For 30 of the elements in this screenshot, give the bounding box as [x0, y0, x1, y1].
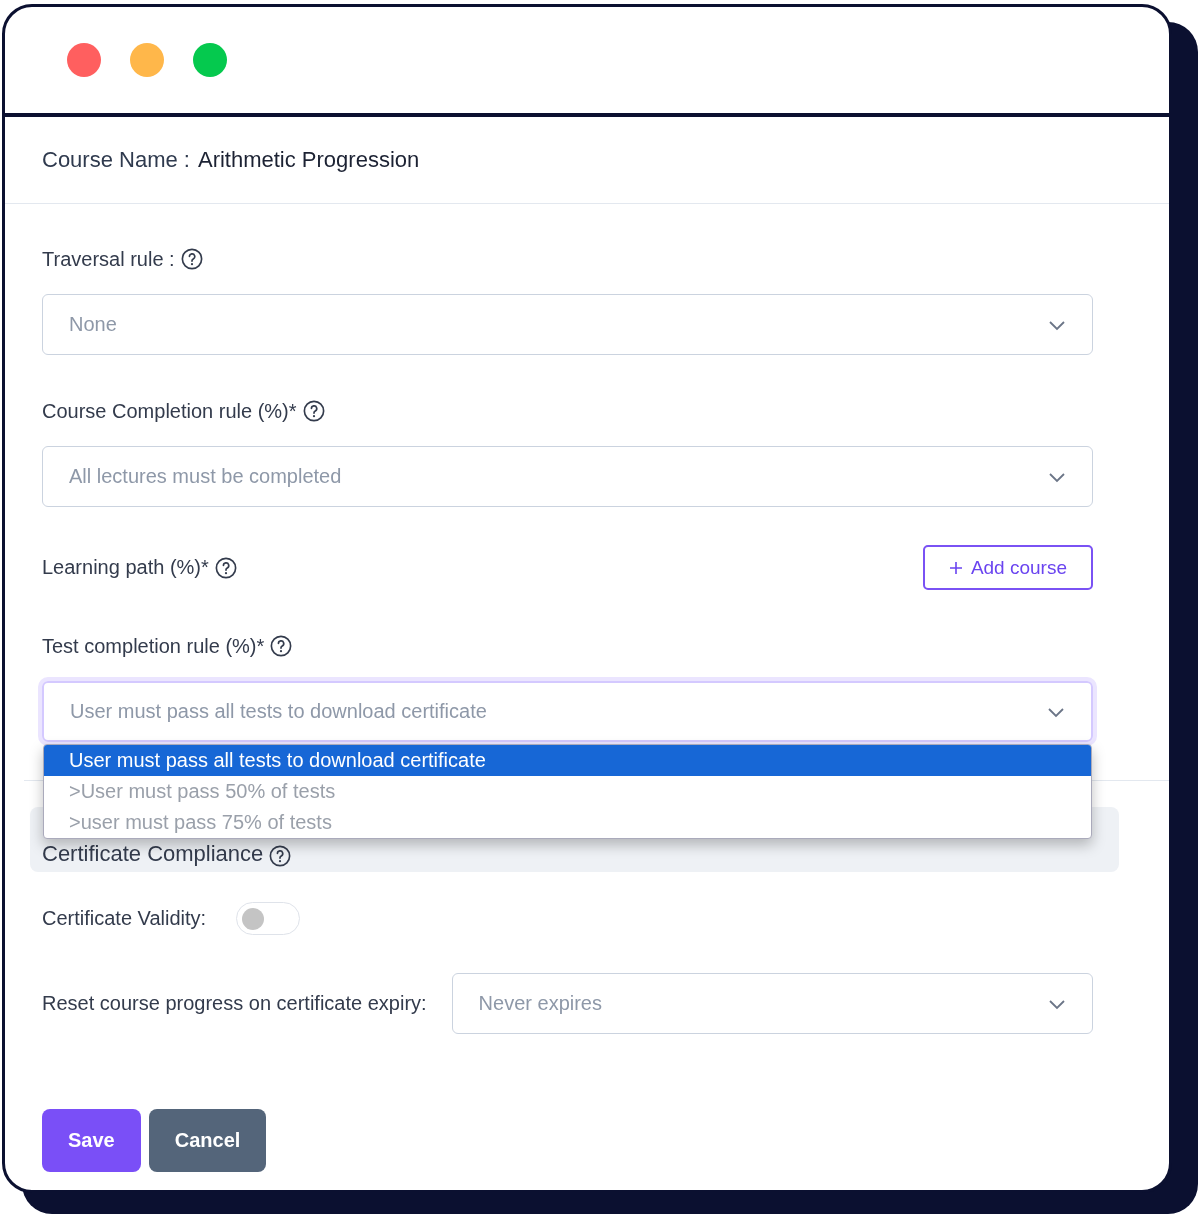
close-button[interactable]: [67, 43, 101, 77]
select-value: All lectures must be completed: [69, 465, 342, 488]
field-label: Learning path (%)*: [42, 556, 209, 579]
course-name-value: Arithmetic Progression: [197, 147, 420, 173]
dropdown-option[interactable]: User must pass all tests to download certificate: [44, 745, 1091, 776]
select-value: Never expires: [478, 992, 602, 1015]
dropdown-option[interactable]: >User must pass 50% of tests: [44, 776, 1091, 807]
field-label: Traversal rule :: [42, 247, 175, 271]
course-name-label: Course Name :: [42, 147, 190, 173]
dropdown-option[interactable]: >user must pass 75% of tests: [44, 807, 1091, 838]
cancel-button[interactable]: Cancel: [148, 1109, 267, 1172]
select-field[interactable]: Never expires: [451, 973, 1093, 1034]
toggle-switch[interactable]: [236, 902, 301, 935]
select-value: User must pass all tests to download certificate: [70, 700, 487, 723]
section-title: Certificate Compliance: [42, 841, 264, 867]
field-label: Test completion rule (%)*: [42, 634, 265, 658]
save-button[interactable]: Save: [42, 1109, 141, 1172]
help-icon[interactable]: [269, 845, 292, 867]
field-label: Reset course progress on certificate expiry:: [42, 992, 427, 1015]
plus-icon: [948, 560, 963, 575]
field-label: Certificate Validity:: [42, 907, 207, 930]
select-field[interactable]: None: [42, 294, 1093, 355]
field-label: Course Completion rule (%)*: [42, 399, 297, 423]
help-icon[interactable]: [270, 635, 293, 657]
help-icon[interactable]: [302, 400, 325, 422]
select-field[interactable]: All lectures must be completed: [42, 446, 1093, 507]
add-course-button[interactable]: Add course: [922, 545, 1093, 590]
select-value: None: [69, 313, 117, 336]
help-icon[interactable]: [214, 556, 237, 579]
help-icon[interactable]: [180, 248, 203, 270]
